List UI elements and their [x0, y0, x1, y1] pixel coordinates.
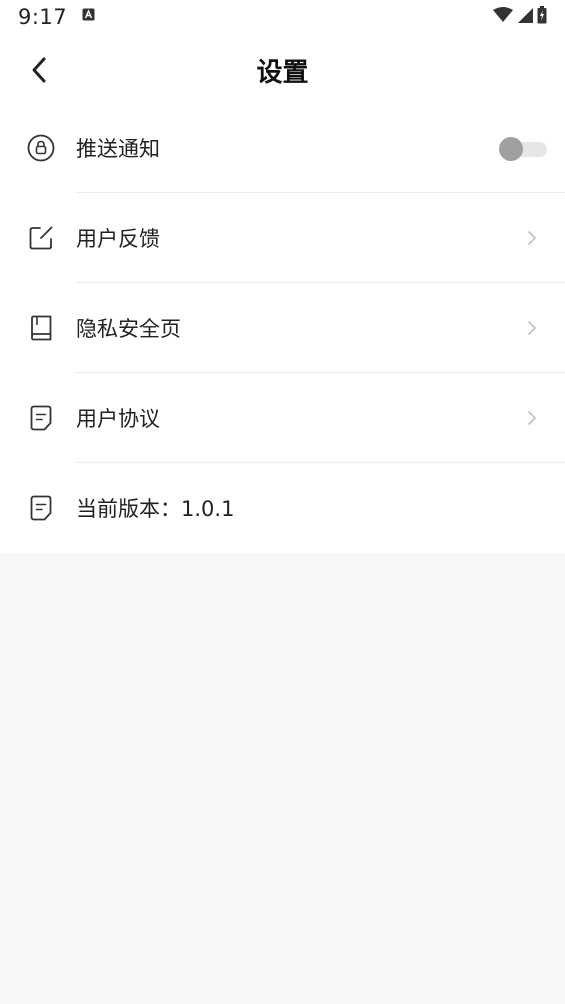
chevron-right-icon: [525, 228, 539, 248]
wifi-icon: [493, 7, 513, 22]
settings-screen: 9:17 设置 推送通知 用户反馈 隐私安全页 用户协议 当前版本：1.0.1: [0, 0, 565, 1004]
book-icon: [26, 313, 56, 343]
privacy-label: 隐私安全页: [76, 317, 181, 341]
settings-list: 推送通知 用户反馈 隐私安全页 用户协议 当前版本：1.0.1: [0, 103, 565, 553]
version-label: 当前版本：1.0.1: [76, 497, 235, 521]
toggle-knob: [499, 137, 523, 161]
document-icon: [26, 493, 56, 523]
settings-row-version: 当前版本：1.0.1: [0, 463, 565, 553]
push-notification-toggle[interactable]: [499, 137, 547, 161]
status-time: 9:17: [18, 5, 68, 29]
edit-icon: [26, 223, 56, 253]
settings-row-user-feedback[interactable]: 用户反馈: [0, 193, 565, 283]
signal-icon: [518, 8, 533, 23]
settings-row-user-agreement[interactable]: 用户协议: [0, 373, 565, 463]
settings-row-push-notification: 推送通知: [0, 103, 565, 193]
user-feedback-label: 用户反馈: [76, 227, 160, 251]
push-notification-label: 推送通知: [76, 137, 160, 161]
top-bar: 设置: [0, 34, 565, 104]
settings-row-privacy[interactable]: 隐私安全页: [0, 283, 565, 373]
a-notification-icon: [82, 8, 95, 21]
status-icons: [493, 6, 547, 24]
battery-charging-icon: [537, 6, 547, 24]
lock-circle-icon: [26, 133, 56, 163]
chevron-right-icon: [525, 318, 539, 338]
status-bar: 9:17: [0, 0, 565, 34]
user-agreement-label: 用户协议: [76, 407, 160, 431]
document-icon: [26, 403, 56, 433]
chevron-right-icon: [525, 408, 539, 428]
page-title: 设置: [256, 58, 309, 88]
